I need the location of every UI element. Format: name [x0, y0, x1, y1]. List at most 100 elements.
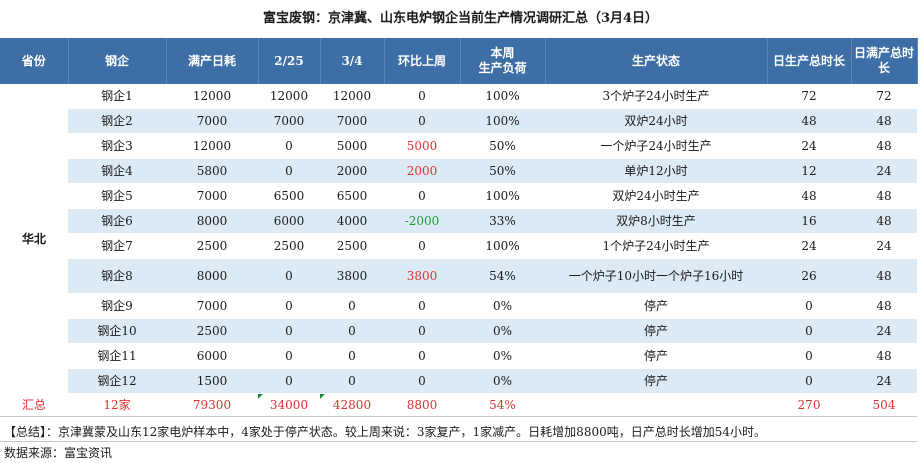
- total-hours: 270: [767, 393, 851, 417]
- column-header: 环比上周: [384, 38, 461, 84]
- province-cell: 华北: [0, 84, 68, 394]
- cell-hours: 0: [767, 368, 851, 394]
- cell-hours: 24: [767, 233, 851, 259]
- column-header: 2/25: [258, 38, 321, 84]
- cell-d0304: 3800: [320, 258, 384, 294]
- cell-d0225: 0: [258, 133, 320, 159]
- cell-name: 钢企6: [68, 208, 166, 234]
- cell-d0304: 0: [320, 368, 384, 394]
- cell-full: 5800: [166, 158, 258, 184]
- cell-load: 100%: [460, 108, 545, 134]
- column-header: 省份: [0, 38, 69, 84]
- cell-name: 钢企11: [68, 343, 166, 369]
- cell-full: 12000: [166, 84, 258, 109]
- report-sheet: 富宝废钢：京津冀、山东电炉钢企当前生产情况调研汇总（3月4日） 省份 钢企 满产日耗…: [0, 0, 921, 463]
- cell-full_hours: 48: [851, 293, 917, 319]
- total-status: [545, 393, 767, 417]
- table-row: 华北 钢企1 12000 12000 12000 0 100% 3个炉子24小时生产 72 72: [0, 84, 917, 394]
- cell-full_hours: 48: [851, 108, 917, 134]
- cell-d0304: 0: [320, 343, 384, 369]
- cell-status: 停产: [545, 368, 767, 394]
- cell-hours: 24: [767, 133, 851, 159]
- cell-full_hours: 72: [851, 84, 917, 109]
- cell-d0225: 0: [258, 368, 320, 394]
- cell-d0225: 0: [258, 318, 320, 344]
- cell-name: 钢企4: [68, 158, 166, 184]
- cell-status: 1个炉子24小时生产: [545, 233, 767, 259]
- cell-d0304: 0: [320, 293, 384, 319]
- cell-change: 0: [384, 183, 460, 209]
- column-header: 日满产总时长: [851, 38, 918, 84]
- cell-load: 100%: [460, 183, 545, 209]
- table-row: 钢企7 2500 2500 2500 0 100% 1个炉子24小时生产 24 24: [0, 233, 917, 259]
- cell-change: 0: [384, 108, 460, 134]
- cell-name: 钢企5: [68, 183, 166, 209]
- cell-full: 7000: [166, 108, 258, 134]
- production-table: 省份 钢企 满产日耗 2/25 3/4 环比上周 本周 生产负荷 生产状态 日生产总时长 日满产总…: [0, 38, 918, 417]
- table-row: 钢企3 12000 0 5000 5000 50% 一个炉子24小时生产 24 48: [0, 133, 917, 159]
- column-header: 满产日耗: [166, 38, 259, 84]
- cell-d0304: 2500: [320, 233, 384, 259]
- cell-change: 5000: [384, 133, 460, 159]
- total-full: 79300: [166, 393, 258, 417]
- cell-hours: 26: [767, 258, 851, 294]
- cell-status: 双炉24小时: [545, 108, 767, 134]
- cell-load: 100%: [460, 233, 545, 259]
- cell-change: 3800: [384, 258, 460, 294]
- cell-d0225: 2500: [258, 233, 320, 259]
- header-row: 省份 钢企 满产日耗 2/25 3/4 环比上周 本周 生产负荷 生产状态 日生产总时长 日满产总…: [0, 38, 918, 84]
- cell-hours: 12: [767, 158, 851, 184]
- cell-d0304: 12000: [320, 84, 384, 109]
- cell-full: 8000: [166, 258, 258, 294]
- cell-full_hours: 24: [851, 158, 917, 184]
- cell-full: 12000: [166, 133, 258, 159]
- table-row: 钢企11 6000 0 0 0 0% 停产 0 48: [0, 343, 917, 369]
- cell-name: 钢企7: [68, 233, 166, 259]
- table-row: 钢企5 7000 6500 6500 0 100% 双炉24小时生产 48 48: [0, 183, 917, 209]
- cell-d0304: 4000: [320, 208, 384, 234]
- table-row: 钢企12 1500 0 0 0 0% 停产 0 24: [0, 368, 917, 394]
- cell-d0304: 6500: [320, 183, 384, 209]
- cell-load: 0%: [460, 343, 545, 369]
- table-row: 钢企2 7000 7000 7000 0 100% 双炉24小时 48 48: [0, 108, 917, 134]
- summary-note: 【总结】：京津冀蒙及山东12家电炉样本中，4家处于停产状态。较上周来说：3家复产…: [0, 422, 917, 442]
- cell-load: 50%: [460, 158, 545, 184]
- cell-full_hours: 48: [851, 183, 917, 209]
- cell-load: 0%: [460, 293, 545, 319]
- cell-d0225: 0: [258, 258, 320, 294]
- cell-hours: 48: [767, 108, 851, 134]
- total-load: 54%: [460, 393, 545, 417]
- table-row: 钢企10 2500 0 0 0 0% 停产 0 24: [0, 318, 917, 344]
- cell-name: 钢企1: [68, 84, 166, 109]
- cell-status: 单炉12小时: [545, 158, 767, 184]
- cell-d0225: 0: [258, 158, 320, 184]
- cell-full_hours: 24: [851, 368, 917, 394]
- cell-hours: 48: [767, 183, 851, 209]
- cell-full_hours: 48: [851, 258, 917, 294]
- cell-status: 一个炉子24小时生产: [545, 133, 767, 159]
- cell-load: 50%: [460, 133, 545, 159]
- cell-name: 钢企10: [68, 318, 166, 344]
- cell-name: 钢企12: [68, 368, 166, 394]
- cell-load: 0%: [460, 368, 545, 394]
- cell-change: 0: [384, 293, 460, 319]
- total-name: 12家: [68, 393, 166, 417]
- cell-load: 0%: [460, 318, 545, 344]
- data-source: 数据来源：富宝资讯: [4, 446, 113, 460]
- table-row: 钢企4 5800 0 2000 2000 50% 单炉12小时 12 24: [0, 158, 917, 184]
- cell-d0225: 0: [258, 343, 320, 369]
- cell-hours: 0: [767, 318, 851, 344]
- cell-status: 停产: [545, 293, 767, 319]
- cell-hours: 0: [767, 293, 851, 319]
- cell-load: 33%: [460, 208, 545, 234]
- cell-d0304: 0: [320, 318, 384, 344]
- cell-hours: 0: [767, 343, 851, 369]
- cell-change: 0: [384, 84, 460, 109]
- cell-full_hours: 24: [851, 318, 917, 344]
- column-header: 本周 生产负荷: [460, 38, 546, 84]
- total-change: 8800: [384, 393, 460, 417]
- cell-full_hours: 48: [851, 343, 917, 369]
- cell-d0304: 2000: [320, 158, 384, 184]
- cell-change: -2000: [384, 208, 460, 234]
- cell-load: 100%: [460, 84, 545, 109]
